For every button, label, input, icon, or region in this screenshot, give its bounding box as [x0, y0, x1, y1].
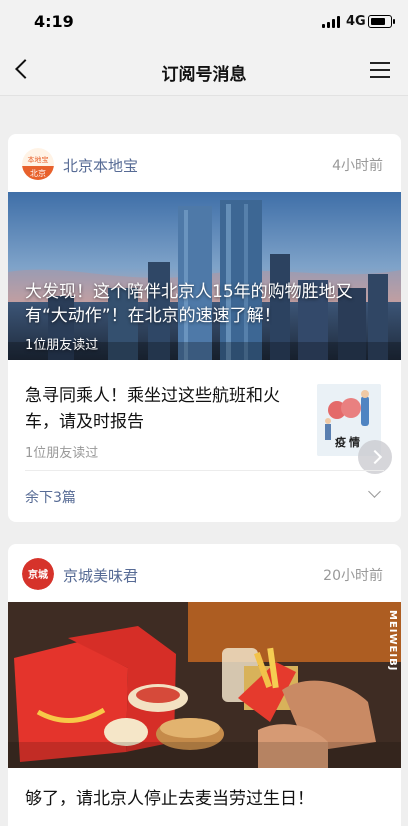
- lead-article-image: [8, 602, 401, 768]
- article-read-count: 1位朋友读过: [25, 446, 99, 461]
- account-name[interactable]: 北京本地宝: [63, 155, 138, 176]
- card-header[interactable]: 本地宝 北京 北京本地宝 4小时前: [8, 134, 401, 192]
- battery-icon: [368, 15, 395, 28]
- lead-article-title: 大发现！这个陪伴北京人15年的购物胜地又有“大动作”！在北京的速速了解！: [25, 282, 353, 326]
- page-title: 订阅号消息: [161, 65, 247, 85]
- battery-level: [370, 17, 385, 25]
- expand-more-articles[interactable]: 余下3篇: [8, 471, 401, 522]
- status-time: 4:19: [34, 12, 74, 31]
- article-title: 急寻同乘人！乘坐过这些航班和火车，请及时报告: [25, 386, 280, 432]
- avatar-text-top: 本地宝: [28, 155, 49, 164]
- lead-article[interactable]: MEIWEIBJ: [8, 602, 401, 768]
- status-bar: 4:19 4G: [0, 0, 408, 44]
- card-header[interactable]: 京城 京城美味君 20小时前: [8, 544, 401, 602]
- account-avatar[interactable]: 京城: [22, 558, 54, 590]
- article-card: 本地宝 北京 北京本地宝 4小时前 大发现！这个陪伴北京人15年的购物胜地又有“…: [8, 134, 401, 522]
- signal-icon: [322, 16, 340, 28]
- chevron-down-icon: [368, 485, 381, 498]
- lead-article-read-count: 1位朋友读过: [25, 338, 99, 353]
- lead-article[interactable]: 大发现！这个陪伴北京人15年的购物胜地又有“大动作”！在北京的速速了解！ 1位朋…: [8, 192, 401, 360]
- more-articles-label: 余下3篇: [25, 490, 76, 506]
- network-type: 4G: [346, 14, 366, 29]
- account-avatar[interactable]: 本地宝 北京: [22, 148, 54, 180]
- image-watermark: MEIWEIBJ: [387, 610, 398, 672]
- article-card: 京城 京城美味君 20小时前 MEIWEIBJ 够了，请北京人停止去麦当劳过生日…: [8, 544, 401, 826]
- post-time: 4小时前: [332, 158, 383, 174]
- article-title[interactable]: 够了，请北京人停止去麦当劳过生日！: [25, 784, 314, 809]
- post-time: 20小时前: [323, 568, 383, 584]
- menu-icon[interactable]: [370, 62, 390, 78]
- avatar-text-bottom: 北京: [30, 168, 46, 178]
- avatar-text: 京城: [28, 568, 48, 581]
- account-name[interactable]: 京城美味君: [63, 565, 138, 586]
- nav-bar: 订阅号消息: [0, 44, 408, 96]
- article-list-item[interactable]: 急寻同乘人！乘坐过这些航班和火车，请及时报告 1位朋友读过 疫情: [8, 360, 401, 474]
- chevron-right-icon[interactable]: [358, 440, 392, 474]
